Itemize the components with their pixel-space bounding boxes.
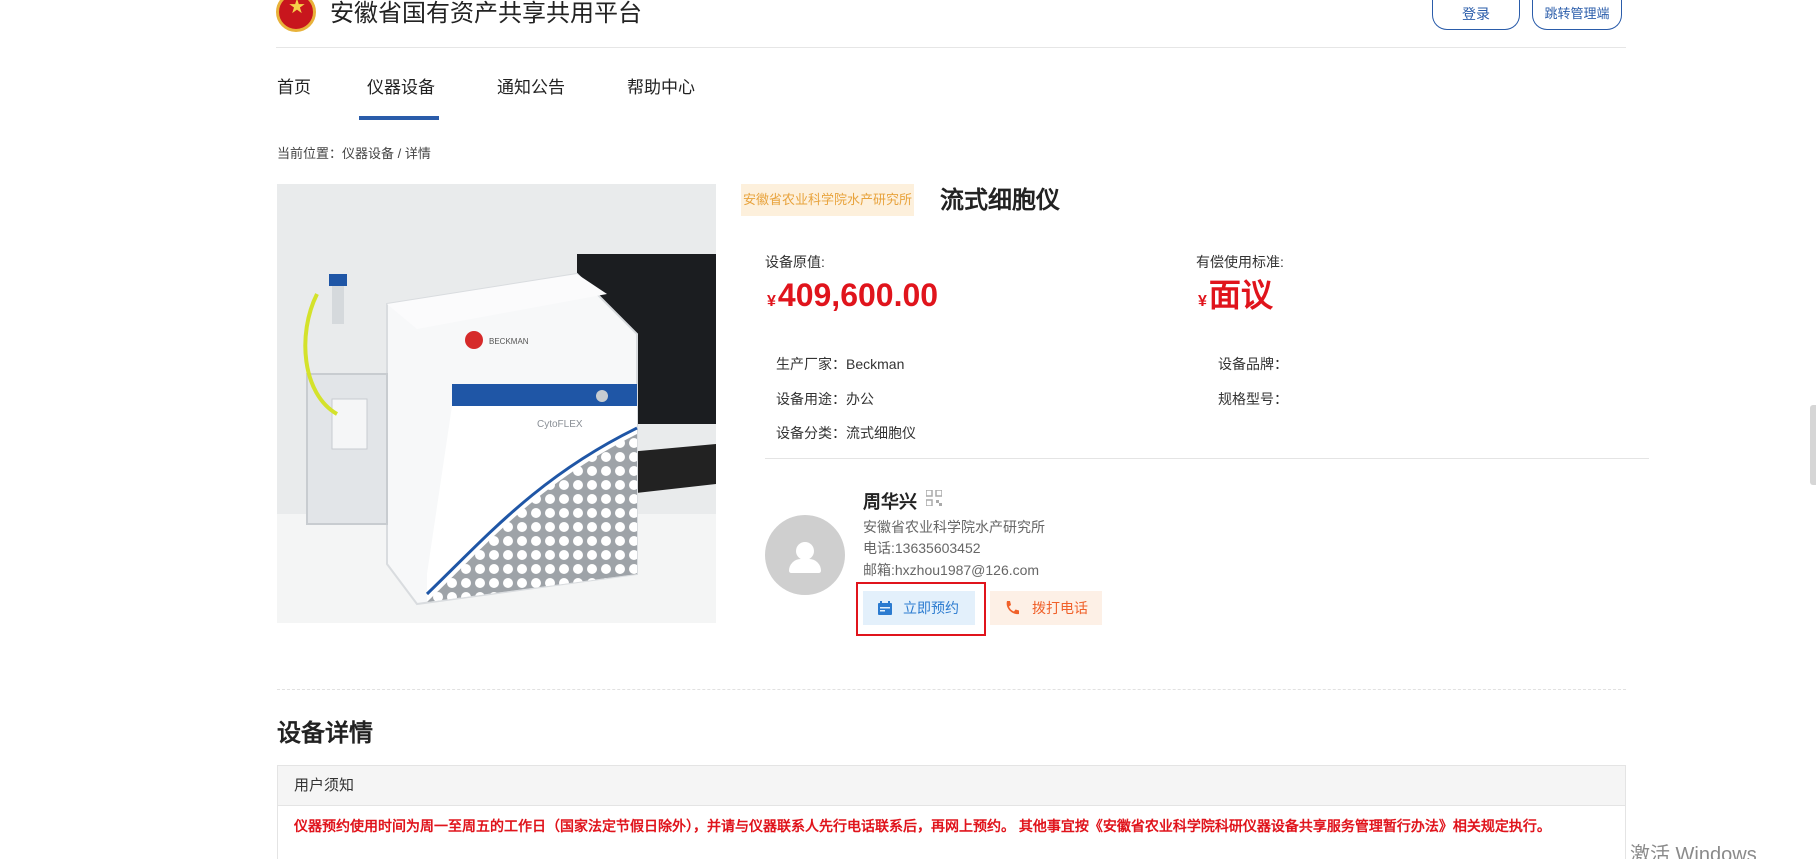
phone-icon <box>1006 601 1019 615</box>
original-price-label: 设备原值: <box>765 254 825 270</box>
section-title: 设备详情 <box>277 720 373 747</box>
flow-cytometer-photo: BECKMAN CytoFLEX <box>277 184 716 623</box>
calendar-icon <box>878 601 892 615</box>
usage-price-value: ¥面议 <box>1198 275 1273 322</box>
nav-item-help[interactable]: 帮助中心 <box>627 73 695 98</box>
org-tag: 安徽省农业科学院水产研究所 <box>741 184 915 216</box>
spec-category: 设备分类：流式细胞仪 <box>776 425 916 441</box>
svg-text:BECKMAN: BECKMAN <box>489 337 529 346</box>
notice-title: 用户须知 <box>278 766 1625 806</box>
device-title: 流式细胞仪 <box>940 187 1060 214</box>
svg-text:CytoFLEX: CytoFLEX <box>537 419 583 430</box>
contact-phone: 电话:13635603452 <box>863 540 981 556</box>
currency-symbol: ¥ <box>767 293 776 310</box>
book-now-label: 立即预约 <box>903 600 959 616</box>
nav-item-home[interactable]: 首页 <box>277 73 311 98</box>
call-label: 拨打电话 <box>1032 600 1088 616</box>
contact-name: 周华兴 <box>863 492 917 512</box>
site-header: ★ 安徽省国有资产共享共用平台 登录 跳转管理端 <box>276 0 1626 48</box>
usage-price-amount: 面议 <box>1208 277 1273 313</box>
book-now-button[interactable]: 立即预约 <box>863 591 975 625</box>
currency-symbol: ¥ <box>1198 293 1207 310</box>
spec-manufacturer: 生产厂家：Beckman <box>776 356 905 372</box>
contact-email: 邮箱:hxzhou1987@126.com <box>863 562 1040 578</box>
scrollbar[interactable] <box>1810 405 1816 485</box>
spec-model: 规格型号： <box>1218 391 1288 407</box>
breadcrumb: 当前位置：仪器设备 / 详情 <box>277 146 431 161</box>
avatar <box>765 515 845 595</box>
nav-active-indicator <box>359 116 439 120</box>
nav-item-instruments[interactable]: 仪器设备 <box>367 73 435 98</box>
usage-price-label: 有偿使用标准: <box>1196 254 1284 270</box>
site-title: 安徽省国有资产共享共用平台 <box>330 0 642 27</box>
notice-text: 仪器预约使用时间为周一至周五的工作日（国家法定节假日除外），并请与仪器联系人先行… <box>294 818 1551 834</box>
spec-brand: 设备品牌： <box>1218 356 1288 372</box>
windows-activation-watermark: 激活 Windows <box>1630 844 1757 859</box>
national-emblem-logo: ★ <box>276 0 316 32</box>
login-button[interactable]: 登录 <box>1432 0 1520 30</box>
contact-org: 安徽省农业科学院水产研究所 <box>863 519 1045 535</box>
nav-item-notices[interactable]: 通知公告 <box>497 73 565 98</box>
device-photo: BECKMAN CytoFLEX <box>277 184 716 623</box>
divider <box>765 458 1649 459</box>
spec-purpose: 设备用途：办公 <box>776 391 874 407</box>
section-divider <box>277 689 1626 690</box>
qr-code-icon[interactable] <box>926 490 942 506</box>
original-price-value: ¥409,600.00 <box>767 275 938 322</box>
call-button[interactable]: 拨打电话 <box>990 591 1102 625</box>
admin-portal-button[interactable]: 跳转管理端 <box>1532 0 1622 30</box>
user-notice-panel: 用户须知 仪器预约使用时间为周一至周五的工作日（国家法定节假日除外），并请与仪器… <box>277 765 1626 859</box>
original-price-amount: 409,600.00 <box>777 277 939 313</box>
